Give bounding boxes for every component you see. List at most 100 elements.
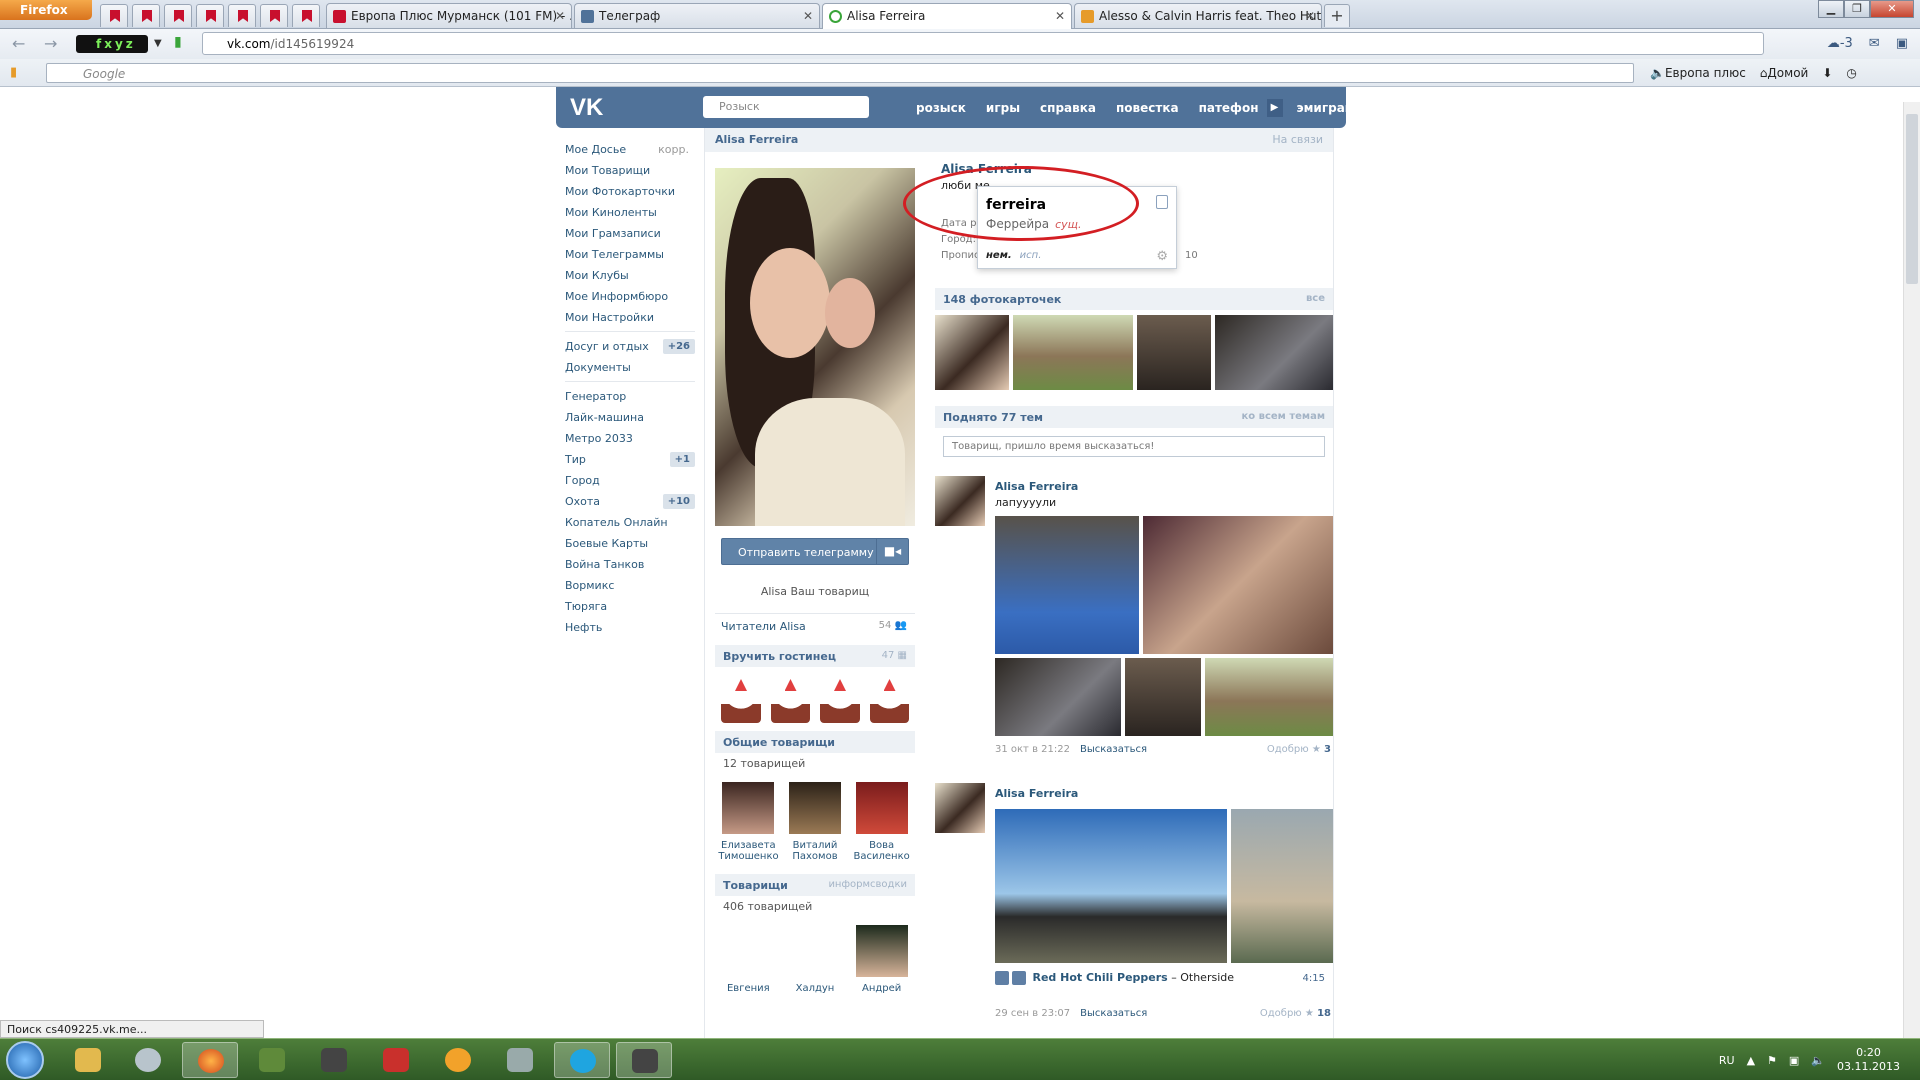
taskbar-app[interactable] [492,1042,548,1078]
menu-app[interactable]: Война Танков [565,554,695,575]
menu-my-messages[interactable]: Мои Телеграммы [565,244,695,265]
gear-icon[interactable]: ⚙ [1156,249,1168,264]
volume-icon[interactable]: 🔈 [1811,1054,1825,1067]
taskbar-aimp[interactable] [430,1042,486,1078]
edit-link[interactable]: корр. [658,139,689,160]
post-photo[interactable] [1231,809,1333,963]
all-topics-link[interactable]: ко всем темам [1241,411,1325,422]
chevron-down-icon[interactable]: ▼ [154,38,162,49]
tab-alesso[interactable]: Alesso & Calvin Harris feat. Theo Hut...… [1074,3,1322,28]
dictionary-icon[interactable] [1156,195,1168,209]
photo-thumb[interactable] [1013,315,1133,390]
taskbar-explorer[interactable] [60,1042,116,1078]
post-author-avatar[interactable] [935,783,985,833]
taskbar-minecraft[interactable] [244,1042,300,1078]
taskbar-wot[interactable] [306,1042,362,1078]
wall-post-input[interactable]: Товарищ, пришло время высказаться! [943,436,1325,457]
network-icon[interactable]: ▣ [1789,1054,1799,1067]
menu-my-audio[interactable]: Мои Грамзаписи [565,223,695,244]
all-photos-link[interactable]: все [1306,293,1325,304]
gift-item[interactable] [869,675,909,723]
nav-notices[interactable]: повестка [1116,101,1179,117]
post-photo[interactable] [1143,516,1333,654]
taskbar-firefox[interactable] [182,1042,238,1078]
search-input[interactable]: Google [46,63,1634,83]
pinned-tab[interactable] [196,4,224,27]
nav-games[interactable]: игры [986,101,1020,117]
menu-app[interactable]: Тюряга [565,596,695,617]
minimize-icon[interactable]: ▁ [1818,0,1844,18]
post-author-avatar[interactable] [935,476,985,526]
post-author[interactable]: Alisa Ferreira [995,480,1078,493]
menu-my-groups[interactable]: Мои Клубы [565,265,695,286]
nav-logout[interactable]: эмиграция [1297,101,1370,117]
fxyz-addon-button[interactable]: fxyz [76,35,148,53]
photo-thumb[interactable] [1137,315,1211,390]
followers-block[interactable]: Читатели Alisa 54 👥 [715,613,915,639]
tab-europa-plus[interactable]: Европа Плюс Мурманск (101 FM) - ... ✕ [326,3,572,28]
photos-header[interactable]: 148 фотокарточек все [935,288,1333,310]
weather-icon[interactable]: ☁-3 [1827,36,1853,51]
menu-leisure[interactable]: Досуг и отдых +26 [565,336,695,357]
back-arrow-icon[interactable]: ← [12,34,25,53]
firefox-menu-button[interactable]: Firefox [0,0,92,20]
speaker-icon[interactable]: 🔈Европа плюс [1650,66,1746,80]
post-photo[interactable] [1125,658,1201,736]
pinned-tab[interactable] [132,4,160,27]
post-photo[interactable] [1205,658,1333,736]
vk-search-input[interactable]: Розыск [703,96,869,118]
flag-icon[interactable]: ⚑ [1767,1054,1777,1067]
pinned-tab[interactable] [228,4,256,27]
friend-card[interactable]: Вова Василенко [852,782,912,862]
tab-alisa-ferreira[interactable]: Alisa Ferreira ✕ [822,3,1072,29]
download-icon[interactable]: ⬇ [1822,66,1832,80]
common-friends-header[interactable]: Общие товарищи [715,731,915,753]
like-button[interactable]: Одобрю ★ 3 [1267,744,1331,755]
post-photo[interactable] [995,516,1139,654]
menu-my-settings[interactable]: Мои Настройки [565,307,695,328]
post-date[interactable]: 31 окт в 21:22 [995,744,1070,755]
video-camera-icon[interactable]: ■◂ [876,539,908,564]
comment-link[interactable]: Высказаться [1080,1008,1147,1019]
maximize-icon[interactable]: ❐ [1844,0,1870,18]
new-tab-button[interactable]: + [1324,4,1350,27]
like-button[interactable]: Одобрю ★ 18 [1260,1008,1331,1019]
windows-start-icon[interactable] [6,1041,44,1079]
comment-link[interactable]: Высказаться [1080,744,1147,755]
history-icon[interactable]: ◷ [1846,66,1856,80]
taskbar-wot-running[interactable] [616,1042,672,1078]
gifts-header[interactable]: Вручить гостинец 47 ▦ [715,645,915,667]
menu-app[interactable]: Тир +1 [565,449,695,470]
friends-updates-link[interactable]: информсводки [828,879,907,890]
download-icon[interactable] [1012,971,1026,985]
menu-documents[interactable]: Документы [565,357,695,378]
home-icon[interactable]: ⌂Домой [1760,66,1809,80]
menu-app[interactable]: Охота +10 [565,491,695,512]
pinned-tab[interactable] [164,4,192,27]
close-icon[interactable]: ✕ [1305,9,1315,23]
lang-to[interactable]: исп. [1020,250,1042,261]
menu-app[interactable]: Боевые Карты [565,533,695,554]
menu-app[interactable]: Город [565,470,695,491]
nav-search[interactable]: розыск [916,101,966,117]
profile-photo[interactable] [715,168,915,526]
menu-app[interactable]: Копатель Онлайн [565,512,695,533]
wall-header[interactable]: Поднято 77 тем ко всем темам [935,406,1333,428]
nav-music[interactable]: патефон [1199,101,1259,117]
play-icon[interactable] [995,971,1009,985]
bookmark-home[interactable]: Домой [1767,66,1808,80]
post-date[interactable]: 29 сен в 23:07 [995,1008,1070,1019]
close-icon[interactable]: ✕ [1055,9,1065,23]
scrollbar-thumb[interactable] [1906,114,1918,284]
pinned-tab[interactable] [292,4,320,27]
post-photo[interactable] [995,809,1227,963]
friend-card[interactable]: Андрей [852,925,912,994]
gift-item[interactable] [770,675,810,723]
menu-app[interactable]: Лайк-машина [565,407,695,428]
audio-artist[interactable]: Red Hot Chili Peppers [1033,971,1168,984]
taskbar-skype[interactable] [554,1042,610,1078]
gift-item[interactable] [721,675,761,723]
menu-my-videos[interactable]: Мои Киноленты [565,202,695,223]
menu-my-profile[interactable]: Мое Досье корр. [565,139,695,160]
addon-icon[interactable]: ▣ [1896,36,1908,51]
